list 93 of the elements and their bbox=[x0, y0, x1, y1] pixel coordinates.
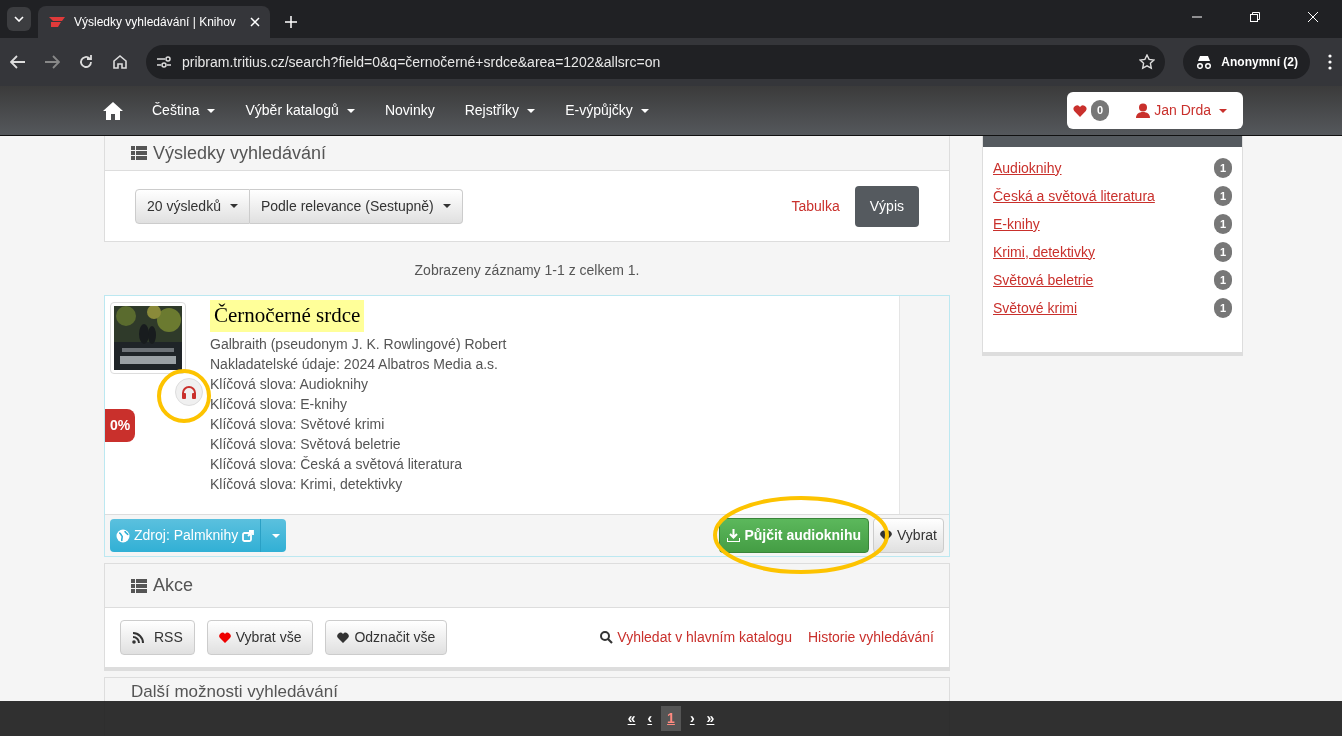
profile-button[interactable]: Anonymní (2) bbox=[1183, 45, 1310, 79]
last-page-link[interactable]: » bbox=[703, 708, 718, 729]
record-detail: Galbraith (pseudonym J. K. Rowlingové) Robert bbox=[210, 334, 508, 354]
heart-icon[interactable] bbox=[1073, 104, 1087, 117]
action-button[interactable]: Vybrat vše bbox=[206, 620, 314, 655]
headphones-icon bbox=[181, 385, 197, 399]
facet-count: 1 bbox=[1213, 157, 1232, 179]
nav-menu-item[interactable]: Novinky bbox=[369, 100, 450, 121]
select-button[interactable]: Vybrat bbox=[873, 518, 944, 553]
heart-icon bbox=[218, 631, 231, 644]
nav-menu-item[interactable]: Čeština bbox=[137, 100, 231, 121]
caret-icon bbox=[346, 108, 355, 113]
action-button[interactable]: Odznačit vše bbox=[325, 620, 448, 655]
back-icon[interactable] bbox=[10, 55, 26, 69]
facet-count: 1 bbox=[1213, 185, 1232, 207]
rss-icon bbox=[132, 631, 144, 644]
first-page-link[interactable]: « bbox=[624, 708, 639, 729]
search-icon bbox=[600, 631, 614, 644]
caret-icon bbox=[640, 108, 649, 113]
record-detail: Klíčová slova: Audioknihy bbox=[210, 374, 369, 394]
star-icon[interactable] bbox=[1139, 54, 1156, 70]
next-page-link[interactable]: › bbox=[686, 708, 698, 729]
caret-icon bbox=[442, 204, 451, 208]
record-detail: Klíčová slova: E-knihy bbox=[210, 394, 348, 414]
caret-icon bbox=[271, 533, 280, 538]
close-icon[interactable] bbox=[1308, 12, 1318, 22]
facet-link[interactable]: Světové krimi bbox=[993, 297, 1078, 319]
favorites-count: 0 bbox=[1091, 100, 1110, 121]
globe-icon bbox=[116, 528, 130, 543]
view-toggle[interactable]: Výpis bbox=[854, 185, 919, 227]
nav-menu-item[interactable]: Rejstříky bbox=[449, 100, 551, 121]
chevron-down-icon bbox=[14, 16, 24, 22]
panel-title: Další možnosti vyhledávání bbox=[131, 681, 338, 703]
download-icon bbox=[727, 529, 741, 542]
site-settings-icon bbox=[156, 55, 172, 69]
heart-icon bbox=[337, 631, 350, 644]
panel-title: Výsledky vyhledávání bbox=[153, 141, 327, 165]
heart-icon bbox=[880, 530, 893, 541]
highlight-ring bbox=[157, 369, 211, 423]
action-link[interactable]: Vyhledat v hlavním katalogu bbox=[600, 627, 792, 648]
sort-dropdown[interactable]: Podle relevance (Sestupně) bbox=[249, 188, 463, 224]
record-detail: Klíčová slova: Světové krimi bbox=[210, 414, 386, 434]
caret-icon bbox=[229, 204, 238, 208]
home-icon[interactable] bbox=[112, 54, 128, 70]
caret-icon bbox=[527, 108, 536, 113]
availability-badge: 0% bbox=[105, 409, 136, 442]
tab-list-button[interactable] bbox=[7, 7, 31, 31]
reload-icon[interactable] bbox=[78, 54, 94, 70]
audiobook-button[interactable] bbox=[175, 378, 203, 406]
facet-link[interactable]: E-knihy bbox=[993, 213, 1040, 235]
facet-link[interactable]: Česká a světová literatura bbox=[993, 185, 1155, 207]
record-detail: Klíčová slova: Česká a světová literatura bbox=[210, 454, 464, 474]
facet-count: 1 bbox=[1213, 213, 1232, 235]
external-link-icon bbox=[242, 529, 255, 542]
home-icon[interactable] bbox=[103, 101, 123, 120]
incognito-icon bbox=[1195, 55, 1214, 69]
list-icon bbox=[131, 146, 147, 160]
address-bar[interactable]: pribram.tritius.cz/search?field=0&q=černočerné+srdce&area=1202&allsrc=on bbox=[146, 45, 1166, 79]
view-toggle[interactable]: Tabulka bbox=[776, 185, 855, 227]
user-icon bbox=[1136, 103, 1151, 118]
restore-icon[interactable] bbox=[1250, 12, 1260, 22]
nav-menu-item[interactable]: Výběr katalogů bbox=[230, 100, 370, 121]
facet-link[interactable]: Audioknihy bbox=[993, 157, 1062, 179]
record-detail: Nakladatelské údaje: 2024 Albatros Media a.s. bbox=[210, 354, 499, 374]
profile-label: Anonymní (2) bbox=[1221, 54, 1298, 71]
facet-count: 1 bbox=[1213, 241, 1232, 263]
panel-title: Akce bbox=[153, 574, 194, 597]
record-title[interactable]: Černočerné srdce bbox=[210, 300, 365, 332]
action-link[interactable]: Historie vyhledávání bbox=[807, 627, 934, 648]
results-count-dropdown[interactable]: 20 výsledků bbox=[135, 188, 250, 224]
list-icon bbox=[131, 578, 147, 593]
previous-page-link[interactable]: ‹ bbox=[644, 708, 656, 729]
nav-menu-item[interactable]: E-výpůjčky bbox=[550, 100, 664, 121]
record-detail: Klíčová slova: Krimi, detektivky bbox=[210, 474, 404, 494]
facet-count: 1 bbox=[1213, 269, 1232, 291]
dropdown-toggle-button[interactable] bbox=[260, 519, 287, 552]
caret-icon bbox=[207, 108, 216, 113]
caret-icon bbox=[1219, 108, 1227, 113]
user-menu[interactable]: Jan Drda bbox=[1136, 100, 1227, 121]
close-icon[interactable] bbox=[250, 17, 260, 27]
new-tab-icon[interactable] bbox=[284, 15, 298, 29]
facet-link[interactable]: Krimi, detektivky bbox=[993, 241, 1095, 263]
url-text: pribram.tritius.cz/search?field=0&q=černočerné+srdce&area=1202&allsrc=on bbox=[182, 52, 662, 72]
site-logo-icon bbox=[48, 16, 66, 28]
facet-link[interactable]: Světová beletrie bbox=[993, 269, 1094, 291]
browser-tab[interactable]: Výsledky vyhledávání | Knihov bbox=[38, 6, 270, 38]
action-button[interactable]: RSS bbox=[120, 620, 195, 655]
more-icon[interactable] bbox=[1328, 54, 1332, 70]
results-summary: Zobrazeny záznamy 1-1 z celkem 1. bbox=[413, 261, 641, 280]
forward-icon[interactable] bbox=[44, 55, 60, 69]
facet-count: 1 bbox=[1213, 297, 1232, 319]
tab-title: Výsledky vyhledávání | Knihov bbox=[74, 14, 237, 31]
record-detail: Klíčová slova: Světová beletrie bbox=[210, 434, 402, 454]
